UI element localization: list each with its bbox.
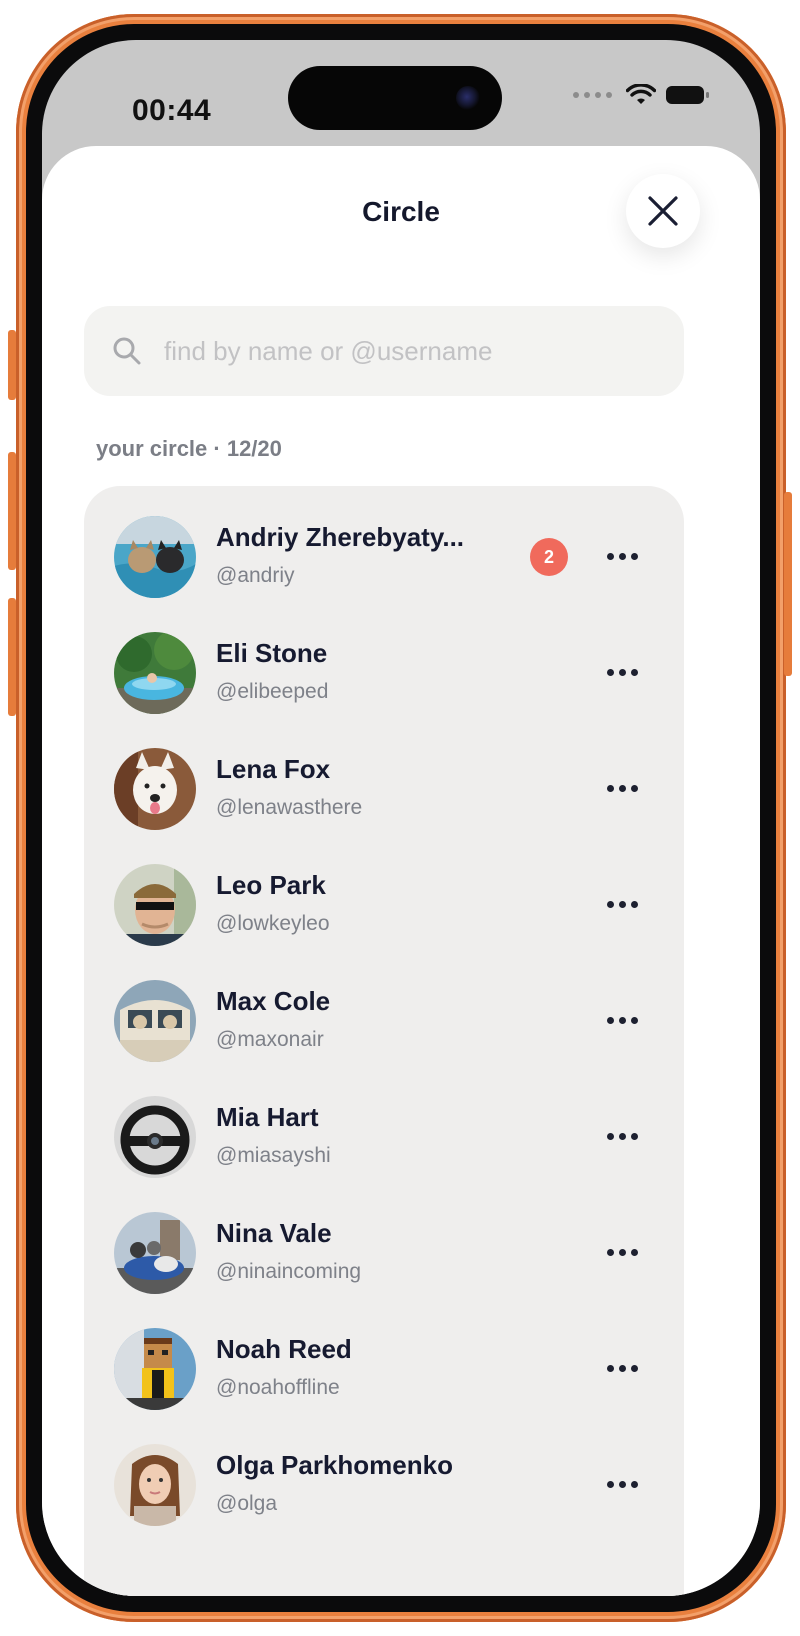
member-name: Andriy Zherebyaty... [216,522,465,552]
member-handle: @miasayshi [216,1144,331,1167]
more-options-button[interactable] [602,656,642,688]
avatar [114,1328,196,1410]
volume-down-button [8,598,16,716]
member-name: Max Cole [216,986,331,1016]
more-options-button[interactable] [602,540,642,572]
member-handle: @lowkeyleo [216,912,330,935]
list-item[interactable]: Nina Vale @ninaincoming [84,1196,684,1312]
member-name: Lena Fox [216,754,331,784]
avatar [114,864,196,946]
avatar [114,1096,196,1178]
more-options-button[interactable] [602,1236,642,1268]
circle-member-list: Andriy Zherebyaty... @andriy 2 Eli Stone… [84,486,684,1596]
wifi-icon [626,84,656,104]
member-name: Noah Reed [216,1334,352,1364]
list-item[interactable]: Max Cole @maxonair [84,964,684,1080]
more-options-button[interactable] [602,1468,642,1500]
search-input[interactable] [162,334,646,368]
status-time: 00:44 [132,94,212,127]
more-options-button[interactable] [602,772,642,804]
cellular-signal-icon [573,92,612,98]
circle-count-label: your circle · 12/20 [96,436,282,461]
screen: 00:44 Circle your circle · 12/20 [42,40,760,1596]
avatar [114,632,196,714]
list-item[interactable]: Andriy Zherebyaty... @andriy 2 [84,500,684,616]
search-icon [113,337,141,365]
member-name: Olga Parkhomenko [216,1450,453,1480]
close-icon [648,196,678,226]
volume-up-button [8,452,16,570]
member-name: Eli Stone [216,638,328,668]
battery-icon [666,86,709,104]
member-handle: @andriy [216,564,295,587]
avatar [114,1212,196,1294]
list-item[interactable]: Leo Park @lowkeyleo [84,848,684,964]
more-options-button[interactable] [602,1120,642,1152]
member-handle: @ninaincoming [216,1260,362,1283]
list-item[interactable]: Olga Parkhomenko @olga [84,1428,684,1544]
more-options-button[interactable] [602,1004,642,1036]
list-item[interactable]: Noah Reed @noahoffline [84,1312,684,1428]
member-handle: @maxonair [216,1028,324,1051]
more-options-button[interactable] [602,888,642,920]
notification-badge: 2 [530,538,568,576]
search-field[interactable] [84,306,684,396]
avatar [114,516,196,598]
member-handle: @elibeeped [216,680,329,703]
list-item[interactable]: Mia Hart @miasayshi [84,1080,684,1196]
more-options-button[interactable] [602,1352,642,1384]
status-icons [573,84,709,106]
power-button [784,492,792,676]
close-button[interactable] [626,174,700,248]
circle-sheet: Circle your circle · 12/20 [42,146,760,1596]
dynamic-island [288,66,502,130]
list-item[interactable]: Eli Stone @elibeeped [84,616,684,732]
avatar [114,1444,196,1526]
member-handle: @noahoffline [216,1376,340,1399]
member-handle: @lenawasthere [216,796,363,819]
member-handle: @olga [216,1492,278,1515]
member-name: Leo Park [216,870,326,900]
list-item[interactable]: Lena Fox @lenawasthere [84,732,684,848]
action-button [8,330,16,400]
member-name: Mia Hart [216,1102,319,1132]
member-name: Nina Vale [216,1218,332,1248]
avatar [114,980,196,1062]
camera-icon [456,86,480,110]
avatar [114,748,196,830]
